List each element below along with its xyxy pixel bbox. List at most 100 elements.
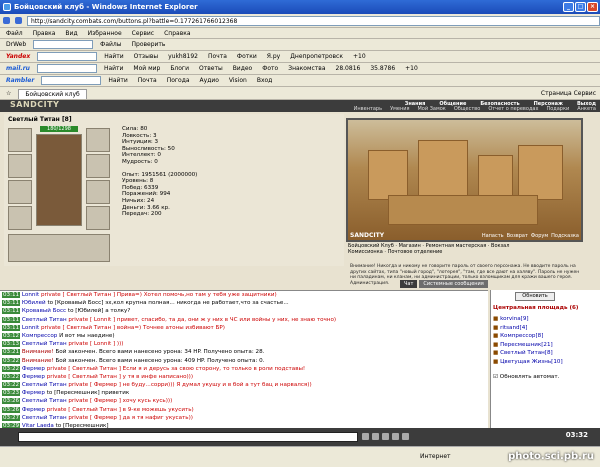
yandex-find-button[interactable]: Найти [101, 52, 126, 61]
tab-fightclub[interactable]: Бойцовский клуб [18, 88, 87, 99]
room-user-name[interactable]: ritsand[4] [500, 325, 527, 331]
action-return[interactable]: Возврат [507, 233, 528, 239]
chat-nick[interactable]: Компрессор [22, 333, 57, 339]
belt-slot[interactable] [86, 154, 110, 178]
mailru-dating[interactable]: Знакомства [285, 64, 328, 73]
clear-icon[interactable] [372, 433, 379, 440]
menu-tools[interactable]: Сервис [129, 29, 157, 38]
helmet-slot[interactable] [8, 128, 32, 152]
mailru-search-input[interactable] [36, 64, 97, 73]
room-user-name[interactable]: korvina[9] [500, 316, 529, 322]
rambler-search-input[interactable] [41, 76, 102, 85]
loc-post[interactable]: Почтовое отделение [388, 249, 443, 255]
favorites-star-icon[interactable]: ☆ [3, 89, 14, 98]
chat-nick[interactable]: Светлый Титан [22, 415, 67, 421]
rambler-weather[interactable]: Погода [164, 76, 193, 85]
room-user-name[interactable]: Компрессор[8] [500, 333, 543, 339]
gloves-slot[interactable] [86, 180, 110, 204]
sub-transfers[interactable]: Отчет о переводах [488, 106, 538, 112]
mailru-answers[interactable]: Ответы [196, 64, 226, 73]
yandex-city[interactable]: Днепропетровск [287, 52, 346, 61]
mailru-video[interactable]: Видео [230, 64, 256, 73]
menu-view[interactable]: Вид [62, 29, 80, 38]
action-hint[interactable]: Подсказка [551, 233, 579, 239]
tab-chat[interactable]: Чат [400, 280, 418, 288]
chat-nick[interactable]: Светлый Титан [22, 398, 67, 404]
mailru-myworld[interactable]: Мой мир [130, 64, 163, 73]
chat-nick[interactable]: Фермер [22, 390, 45, 396]
rambler-find-button[interactable]: Найти [105, 76, 130, 85]
page-tools[interactable]: Страница Сервис [541, 90, 600, 97]
minimize-button[interactable]: _ [563, 2, 574, 12]
room-user[interactable]: ■ ritsand[4] [493, 324, 563, 333]
chat-nick[interactable]: Светлый Титан [22, 341, 67, 347]
sub-gifts[interactable]: Подарки [546, 106, 569, 112]
tab-system[interactable]: Системные сообщения [419, 280, 488, 288]
extra-slots[interactable] [8, 234, 110, 262]
room-user[interactable]: ■ korvina[9] [493, 315, 563, 324]
chat-nick[interactable]: Внимание! [22, 358, 54, 364]
chat-nick[interactable]: Кровавый Босс [22, 308, 66, 314]
menu-favorites[interactable]: Избранное [85, 29, 125, 38]
shield-slot[interactable] [8, 180, 32, 204]
back-icon[interactable] [3, 17, 10, 24]
chat-nick[interactable]: Светлый Титан [22, 317, 67, 323]
chat-log[interactable]: 03:11 Lonnit private [ Светлый Титан ] П… [0, 290, 488, 438]
smile-icon[interactable] [362, 433, 369, 440]
yandex-mail[interactable]: Почта [205, 52, 230, 61]
yandex-photos[interactable]: Фотки [234, 52, 260, 61]
yandex-search-input[interactable] [37, 52, 98, 61]
rambler-vision[interactable]: Vision [226, 76, 250, 85]
room-user[interactable]: ■ Цветущая Жизнь[10] [493, 358, 563, 367]
yandex-yaru[interactable]: Я.ру [264, 52, 283, 61]
sub-inventory[interactable]: Инвентарь [354, 106, 382, 112]
chat-nick[interactable]: Юбилей [22, 300, 46, 306]
settings-icon[interactable] [402, 433, 409, 440]
url-input[interactable]: http://sandcity.combats.com/buttons.pl?b… [27, 15, 600, 26]
loc-commission[interactable]: Комиссионка [348, 249, 383, 255]
weapon-slot[interactable] [8, 206, 32, 230]
menu-edit[interactable]: Правка [30, 29, 59, 38]
filter-icon[interactable] [382, 433, 389, 440]
forward-icon[interactable] [15, 17, 22, 24]
drweb-check-button[interactable]: Проверить [129, 40, 169, 49]
maximize-button[interactable]: □ [575, 2, 586, 12]
rambler-audio[interactable]: Аудио [197, 76, 222, 85]
chat-input[interactable] [18, 432, 358, 442]
chat-nick[interactable]: Светлый Титан [22, 382, 67, 388]
chat-nick[interactable]: Lonnit [22, 292, 39, 298]
sub-castle[interactable]: Мой Замок [417, 106, 445, 112]
yandex-reviews[interactable]: Отзывы [131, 52, 161, 61]
sub-profile[interactable]: Анкета [577, 106, 596, 112]
action-attack[interactable]: Напасть [482, 233, 504, 239]
menu-help[interactable]: Справка [161, 29, 193, 38]
rambler-mail[interactable]: Почта [135, 76, 160, 85]
chat-nick[interactable]: Внимание! [22, 349, 54, 355]
boots-slot[interactable] [86, 206, 110, 230]
room-user-name[interactable]: Цветущая Жизнь[10] [500, 359, 563, 365]
mailru-find-button[interactable]: Найти [101, 64, 126, 73]
room-user[interactable]: ■ Компрессор[8] [493, 332, 563, 341]
room-user-name[interactable]: Светлый Титан[8] [500, 350, 553, 356]
drweb-files-select[interactable]: Файлы [97, 40, 124, 49]
auto-refresh[interactable]: ☑ Обновлять автомат. [493, 374, 559, 380]
ring-slot[interactable] [86, 128, 110, 152]
drweb-input[interactable] [33, 40, 94, 49]
location-scene[interactable]: SANDCITY Напасть Возврат Форум Подсказка [346, 118, 583, 242]
room-user[interactable]: ■ Светлый Титан[8] [493, 349, 563, 358]
chat-nick[interactable]: Фермер [22, 366, 45, 372]
armor-slot[interactable] [8, 154, 32, 178]
menu-file[interactable]: Файл [3, 29, 26, 38]
character-avatar[interactable] [36, 134, 82, 226]
translit-icon[interactable] [392, 433, 399, 440]
refresh-button[interactable]: Обновить [515, 292, 555, 301]
mailru-photo[interactable]: Фото [259, 64, 281, 73]
mailru-blogs[interactable]: Блоги [167, 64, 192, 73]
room-user[interactable]: ■ Пересмешник[21] [493, 341, 563, 350]
chat-nick[interactable]: Фермер [22, 374, 45, 380]
chat-nick[interactable]: Фермер [22, 407, 45, 413]
room-user-name[interactable]: Пересмешник[21] [500, 342, 553, 348]
sub-skills[interactable]: Умения [390, 106, 409, 112]
sub-society[interactable]: Общество [454, 106, 480, 112]
rambler-login[interactable]: Вход [254, 76, 276, 85]
